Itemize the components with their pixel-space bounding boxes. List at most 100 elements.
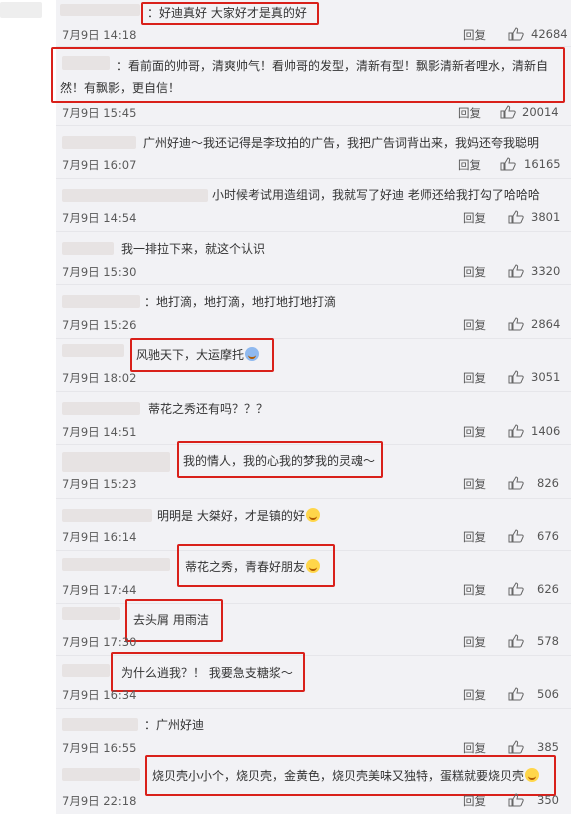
comment-time: 7月9日 14:51 (62, 425, 137, 439)
comment-text: ：看前面的帅哥，清爽帅气！看帅哥的发型，清新有型！飘影清新者哩水，清新自然！有飘… (60, 59, 549, 95)
comment-time: 7月9日 17:44 (62, 583, 137, 597)
reply-button[interactable]: 回复 (458, 105, 481, 121)
thumbs-up-icon[interactable] (508, 793, 524, 807)
divider (56, 391, 571, 392)
comment-time: 7月9日 16:55 (62, 741, 137, 755)
thumbs-up-icon[interactable] (508, 424, 524, 438)
comment-text: 蒂花之秀，青春好朋友 (185, 558, 321, 576)
avatar-username-blurred (0, 2, 42, 18)
comment-time: 7月9日 16:07 (62, 158, 137, 172)
comment-text: ：地打滴，地打滴，地打地打地打滴 (144, 295, 337, 309)
username-blurred (62, 509, 152, 522)
like-count: 16165 (524, 157, 561, 171)
username-blurred (62, 402, 140, 415)
reply-button[interactable]: 回复 (463, 687, 486, 703)
laughing-emoji-icon (306, 559, 321, 573)
thumbs-up-icon[interactable] (508, 27, 524, 41)
comment-text: 去头屑 用雨洁 (133, 613, 209, 627)
comment-time: 7月9日 16:34 (62, 688, 137, 702)
comment-time: 7月9日 14:18 (62, 28, 137, 42)
reply-button[interactable]: 回复 (463, 370, 486, 386)
like-count: 385 (537, 740, 559, 754)
reply-button[interactable]: 回复 (458, 157, 481, 173)
divider (56, 125, 571, 126)
comment-text: 小时候考试用造组词，我就写了好迪 老师还给我打勾了哈哈哈 (212, 188, 540, 202)
like-count: 626 (537, 582, 559, 596)
comment-time: 7月9日 15:23 (62, 477, 137, 491)
thumbs-up-icon[interactable] (508, 740, 524, 754)
comment-text-content: 明明是 大桀好，才是镇的好 (157, 509, 305, 523)
thumbs-up-icon[interactable] (508, 582, 524, 596)
reply-button[interactable]: 回复 (463, 424, 486, 440)
divider (56, 708, 571, 709)
comment-time: 7月9日 17:30 (62, 635, 137, 649)
comment-time: 7月9日 15:30 (62, 265, 137, 279)
comment-text: 烧贝壳小小个，烧贝壳，金黄色，烧贝壳美味又独特，蛋糕就要烧贝壳 (152, 767, 540, 785)
divider (56, 231, 571, 232)
thumbs-up-icon[interactable] (508, 687, 524, 701)
username-blurred (62, 607, 120, 620)
like-count: 350 (537, 793, 559, 807)
divider (56, 178, 571, 179)
like-count: 3801 (531, 210, 561, 224)
username-blurred (62, 242, 114, 255)
username-blurred (62, 768, 140, 781)
reply-button[interactable]: 回复 (463, 740, 486, 756)
laughing-emoji-icon (245, 347, 260, 361)
comment-time: 7月9日 22:18 (62, 794, 137, 808)
reply-button[interactable]: 回复 (463, 210, 486, 226)
like-count: 578 (537, 634, 559, 648)
comment-text-content: 烧贝壳小小个，烧贝壳，金黄色，烧贝壳美味又独特，蛋糕就要烧贝壳 (152, 769, 525, 783)
victory-hand-emoji-icon (305, 508, 320, 522)
username-blurred (62, 558, 170, 571)
thumbs-up-icon[interactable] (500, 105, 516, 119)
username-blurred (62, 664, 110, 677)
username-blurred (62, 295, 140, 308)
thumbs-up-icon[interactable] (508, 370, 524, 384)
comment-text: 蒂花之秀还有吗？？？ (148, 402, 269, 416)
comment-time: 7月9日 16:14 (62, 530, 137, 544)
thumbs-up-icon[interactable] (500, 157, 516, 171)
reply-button[interactable]: 回复 (463, 317, 486, 333)
comment-text-content: 风驰天下，大运摩托 (136, 348, 245, 362)
comment-text: ：好迪真好 大家好才是真的好 (147, 6, 307, 20)
username-blurred (62, 344, 124, 357)
like-count: 3320 (531, 264, 561, 278)
username-blurred (62, 718, 138, 731)
reply-button[interactable]: 回复 (463, 264, 486, 280)
reply-button[interactable]: 回复 (463, 529, 486, 545)
like-count: 1406 (531, 424, 561, 438)
comment-time: 7月9日 15:26 (62, 318, 137, 332)
like-count: 20014 (522, 105, 559, 119)
like-count: 42684 (531, 27, 568, 41)
like-count: 3051 (531, 370, 561, 384)
comment-text: 风驰天下，大运摩托 (136, 346, 260, 364)
like-count: 506 (537, 687, 559, 701)
reply-button[interactable]: 回复 (463, 476, 486, 492)
thumbs-up-icon[interactable] (508, 529, 524, 543)
thumbs-up-icon[interactable] (508, 264, 524, 278)
thumbs-up-icon[interactable] (508, 476, 524, 490)
thumbs-up-icon[interactable] (508, 317, 524, 331)
reply-button[interactable]: 回复 (463, 793, 486, 809)
reply-button[interactable]: 回复 (463, 634, 486, 650)
divider (56, 284, 571, 285)
comment-text: 广州好迪～我还记得是李玟拍的广告，我把广告词背出来，我妈还夸我聪明 (143, 136, 540, 150)
username-blurred (62, 136, 136, 149)
thumbs-up-icon[interactable] (508, 210, 524, 224)
like-count: 676 (537, 529, 559, 543)
username-blurred (62, 452, 170, 472)
divider (56, 498, 571, 499)
comment-text: ：广州好迪 (144, 718, 205, 732)
reply-button[interactable]: 回复 (463, 582, 486, 598)
comment-time: 7月9日 15:45 (62, 106, 137, 120)
thumbs-up-icon[interactable] (508, 634, 524, 648)
username-blurred (62, 189, 208, 202)
reply-button[interactable]: 回复 (463, 27, 486, 43)
comment-text: 我一排拉下来，就这个认识 (121, 242, 266, 256)
comment-text: 为什么逍我？！ 我要急支糖浆～ (121, 666, 293, 680)
like-count: 2864 (531, 317, 561, 331)
like-count: 826 (537, 476, 559, 490)
comment-text: 明明是 大桀好，才是镇的好 (157, 507, 320, 525)
comment-time: 7月9日 14:54 (62, 211, 137, 225)
